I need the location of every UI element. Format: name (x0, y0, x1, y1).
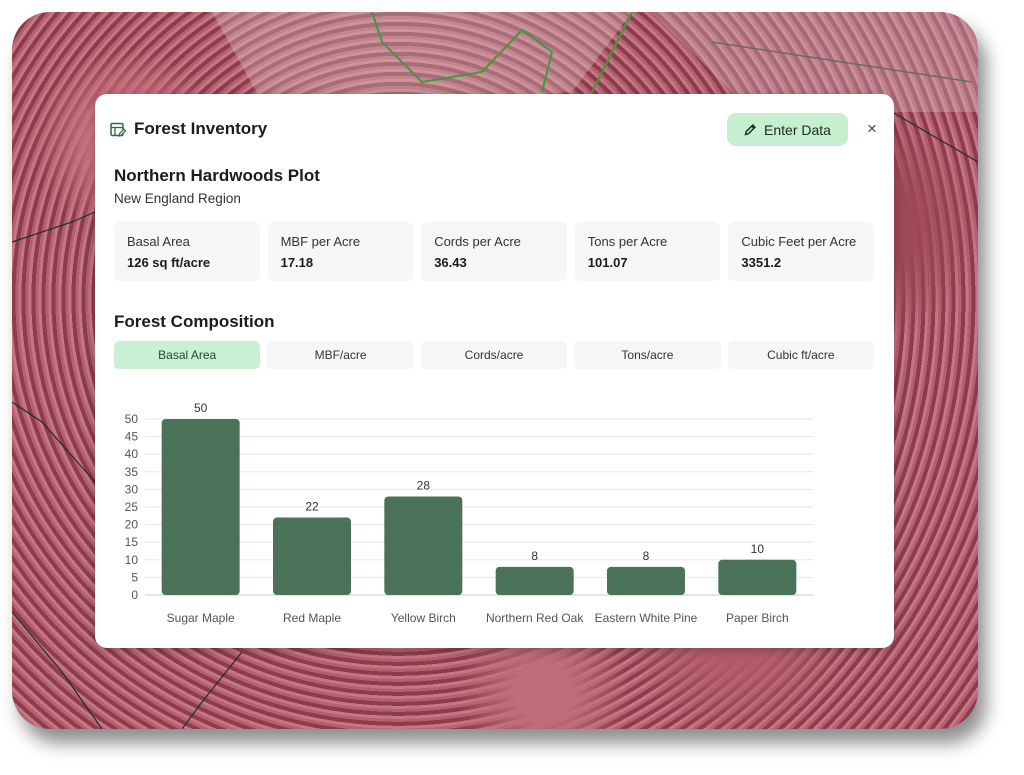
stat-label: MBF per Acre (280, 234, 361, 249)
tab-cords-acre[interactable]: Cords/acre (420, 341, 568, 369)
y-tick-label: 35 (125, 465, 139, 479)
stat-label: Tons per Acre (587, 234, 668, 249)
data-label: 8 (643, 549, 650, 563)
x-tick-label: Red Maple (283, 611, 341, 625)
stat-value: 101.07 (587, 255, 628, 270)
y-tick-label: 45 (125, 430, 139, 444)
plot-title: Northern Hardwoods Plot (114, 166, 320, 185)
enter-data-button[interactable]: Enter Data (727, 113, 848, 146)
table-edit-icon (110, 122, 126, 137)
stat-card-cords: Cords per Acre 36.43 (421, 222, 567, 281)
y-tick-label: 25 (125, 500, 139, 514)
data-label: 8 (531, 549, 538, 563)
bar (607, 566, 685, 595)
tab-cubic-ft-acre[interactable]: Cubic ft/acre (727, 341, 875, 369)
data-label: 22 (305, 500, 319, 514)
bar (384, 496, 463, 595)
tab-mbf-acre[interactable]: MBF/acre (267, 341, 414, 369)
stat-card-basal-area: Basal Area 126 sq ft/acre (114, 222, 260, 281)
composition-bar-chart: 0 5 10 15 20 25 30 35 40 45 50 50 Sugar Maple 22 Red M… (125, 401, 813, 625)
enter-data-label: Enter Data (764, 121, 831, 138)
y-tick-label: 50 (125, 412, 139, 426)
composition-title: Forest Composition (114, 312, 275, 331)
plot-region: New England Region (114, 191, 241, 206)
x-tick-label: Sugar Maple (167, 611, 235, 625)
x-tick-label: Northern Red Oak (486, 611, 584, 625)
stat-value: 126 sq ft/acre (127, 255, 211, 270)
tab-tons-acre[interactable]: Tons/acre (574, 341, 721, 369)
stats-row: Basal Area 126 sq ft/acre MBF per Acre 1… (114, 222, 874, 281)
bar (495, 566, 574, 595)
stat-value: 17.18 (280, 255, 314, 270)
stat-label: Cords per Acre (434, 234, 521, 249)
y-tick-label: 40 (125, 447, 139, 461)
y-tick-label: 20 (125, 518, 139, 532)
dialog-title: Forest Inventory (134, 119, 268, 138)
close-icon[interactable]: × (864, 120, 880, 138)
stat-value: 3351.2 (741, 255, 782, 270)
tab-basal-area[interactable]: Basal Area (114, 341, 261, 369)
stat-value: 36.43 (434, 255, 467, 270)
composition-tabs: Basal Area MBF/acre Cords/acre Tons/acre… (114, 341, 875, 369)
stat-card-mbf: MBF per Acre 17.18 (267, 222, 414, 281)
x-tick-label: Paper Birch (726, 611, 789, 625)
pencil-icon (744, 124, 757, 136)
data-label: 50 (194, 401, 208, 415)
data-label: 10 (751, 542, 765, 556)
bar (161, 419, 240, 595)
stat-label: Basal Area (127, 234, 190, 249)
x-tick-label: Yellow Birch (391, 611, 456, 625)
x-tick-label: Eastern White Pine (595, 611, 698, 625)
bar (273, 517, 351, 595)
y-tick-label: 15 (125, 535, 139, 549)
y-tick-label: 5 (131, 570, 138, 584)
forest-inventory-dialog: Forest Inventory Enter Data × Northern H… (95, 94, 894, 648)
bar (718, 559, 797, 595)
stat-label: Cubic Feet per Acre (741, 234, 857, 249)
data-label: 28 (417, 478, 431, 492)
y-tick-label: 30 (125, 482, 139, 496)
stat-card-cubic-feet: Cubic Feet per Acre 3351.2 (728, 222, 874, 281)
y-tick-label: 10 (125, 553, 139, 567)
stat-card-tons: Tons per Acre 101.07 (574, 222, 721, 281)
y-tick-label: 0 (131, 588, 138, 602)
